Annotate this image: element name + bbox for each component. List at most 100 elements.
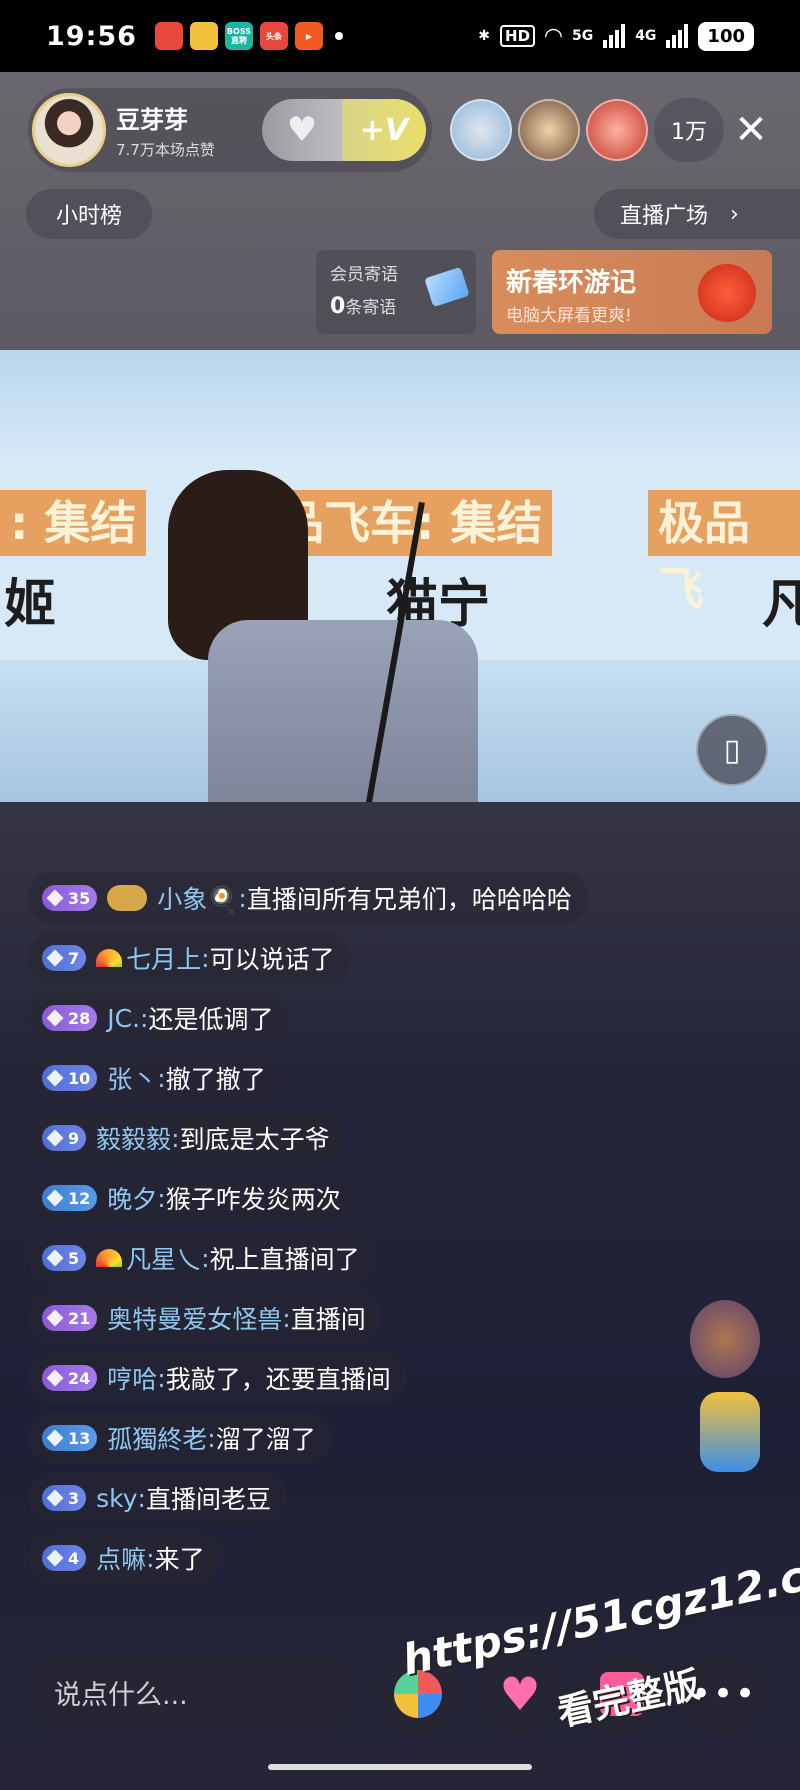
gem-icon [46,1189,64,1207]
chat-username[interactable]: 七月上 [126,940,201,976]
rainbow-icon [96,1249,123,1267]
chat-row-wrap: 3 sky: 直播间老豆 [28,1472,748,1532]
chat-username[interactable]: 毅毅毅 [96,1120,171,1156]
member-message-card[interactable]: 会员寄语 0条寄语 [316,250,476,334]
chat-message[interactable]: 24 哼哈: 我敲了，还要直播间 [28,1352,407,1404]
host-name: 豆芽芽 [116,106,188,134]
live-plaza-button[interactable]: 直播广场 › [594,189,800,239]
chat-message[interactable]: 21 奥特曼爱女怪兽: 直播间 [28,1292,382,1344]
status-app-icons: BOSS直聘 头条 ▶ [154,22,323,50]
host-info-pill[interactable]: 豆芽芽 7.7万本场点赞 ♥ +V [28,88,432,172]
member-message-suffix: 条寄语 [345,298,397,318]
stage-name-left: 姬 [4,575,57,635]
user-level-badge: 9 [42,1125,87,1151]
chat-separator: : [282,1303,291,1333]
gem-icon [46,949,64,967]
chat-username[interactable]: JC. [107,1004,140,1033]
chat-username[interactable]: 点嘛 [96,1540,146,1576]
stage-banner-left: : 集结 [0,490,147,556]
user-level-badge: 3 [42,1485,87,1511]
chat-row-wrap: 21 奥特曼爱女怪兽: 直播间 [28,1292,748,1352]
chat-text: 还是低调了 [148,1005,274,1034]
chat-separator: : [140,1003,149,1033]
gem-icon [46,1549,64,1567]
hourly-rank-button[interactable]: 小时榜 [26,189,152,239]
chat-message[interactable]: 7 七月上: 可以说话了 [28,932,351,984]
gem-icon [46,1009,64,1027]
host-avatar[interactable] [32,93,106,167]
viewer-avatar[interactable] [518,99,580,161]
chat-list[interactable]: 35 小象🍳: 直播间所有兄弟们，哈哈哈哈 7 七月上: 可以说话了 28 JC.: 还是… [28,872,748,1592]
net-4g-label: 4G [635,28,657,44]
gem-icon [46,1429,64,1447]
user-level: 35 [68,888,91,908]
user-level-badge: 21 [42,1305,98,1331]
chat-username[interactable]: 小象🍳 [157,880,238,916]
chat-message[interactable]: 5 凡星乀: 祝上直播间了 [28,1232,376,1284]
gem-icon [46,1069,64,1087]
chat-separator: : [171,1123,180,1153]
gem-icon [46,1369,64,1387]
performer [168,470,488,802]
chat-username[interactable]: sky [96,1484,137,1513]
chat-row-wrap: 24 哼哈: 我敲了，还要直播间 [28,1352,748,1412]
performer-dress [208,620,478,802]
vip-button[interactable]: +V [342,99,426,161]
chat-username[interactable]: 凡星乀 [126,1240,201,1276]
chat-text: 来了 [154,1545,205,1574]
chat-message[interactable]: 12 晚夕: 猴子咋发炎两次 [28,1172,357,1224]
chat-text: 到底是太子爷 [179,1125,330,1154]
live-video[interactable]: : 集结 品飞车: 集结 极品飞 姬 猫宁 凡 ▯ [0,350,800,802]
member-message-count: 0 [330,294,346,319]
chat-username[interactable]: 晚夕 [107,1180,157,1216]
user-level: 9 [68,1128,80,1148]
viewer-avatar[interactable] [450,99,512,161]
chat-username[interactable]: 哼哈 [107,1360,157,1396]
status-time: 19:56 [46,20,137,52]
stage-banner-right: 极品飞 [648,490,800,616]
heart-icon: ♥ [286,110,318,150]
v-icon: +V [359,112,409,148]
chat-separator: : [146,1543,155,1573]
chat-text: 直播间所有兄弟们，哈哈哈哈 [246,885,572,914]
wifi-icon: ◠ [545,23,562,49]
chat-row-wrap: 13 孤獨終老: 溜了溜了 [28,1412,748,1472]
user-level: 24 [68,1368,91,1388]
promo-banner[interactable]: 新春环游记 电脑大屏看更爽! [492,250,772,334]
chat-message[interactable]: 10 张丶: 撤了撤了 [28,1052,282,1104]
signal-bars-icon-2 [666,24,689,48]
rock-hand-icon[interactable] [700,1392,760,1472]
chat-text: 撤了撤了 [165,1065,266,1094]
viewer-avatar[interactable] [586,99,648,161]
gift-float-icon[interactable] [690,1300,760,1378]
chat-message[interactable]: 28 JC.: 还是低调了 [28,992,290,1044]
rotate-screen-icon[interactable]: ▯ [696,714,768,786]
hd-icon: HD [500,25,536,47]
chat-message[interactable]: 13 孤獨終老: 溜了溜了 [28,1412,332,1464]
user-level-badge: 24 [42,1365,98,1391]
chat-row-wrap: 7 七月上: 可以说话了 [28,932,748,992]
chat-message[interactable]: 4 点嘛: 来了 [28,1532,221,1584]
comment-input[interactable]: 说点什么... [28,1652,358,1732]
close-icon[interactable]: ✕ [728,108,774,154]
chat-message[interactable]: 9 毅毅毅: 到底是太子爷 [28,1112,346,1164]
gem-icon [46,889,64,907]
fan-heart-button[interactable]: ♥ [262,99,342,161]
host-info: 豆芽芽 7.7万本场点赞 [116,100,215,160]
chat-message[interactable]: 35 小象🍳: 直播间所有兄弟们，哈哈哈哈 [28,872,588,924]
chat-separator: : [157,1063,166,1093]
top-viewers: 1万 [450,98,724,162]
home-indicator[interactable] [268,1764,532,1770]
user-level-badge: 10 [42,1065,98,1091]
user-level-badge: 5 [42,1245,87,1271]
notification-dot [334,32,343,40]
gem-icon [46,1249,64,1267]
chat-row-wrap: 9 毅毅毅: 到底是太子爷 [28,1112,748,1172]
user-level-badge: 7 [42,945,87,971]
chat-username[interactable]: 张丶 [107,1060,157,1096]
chat-text: 直播间老豆 [145,1485,271,1514]
chat-username[interactable]: 孤獨終老 [107,1420,207,1456]
chat-message[interactable]: 3 sky: 直播间老豆 [28,1472,287,1524]
chat-username[interactable]: 奥特曼爱女怪兽 [107,1300,282,1336]
viewer-count[interactable]: 1万 [654,98,724,162]
